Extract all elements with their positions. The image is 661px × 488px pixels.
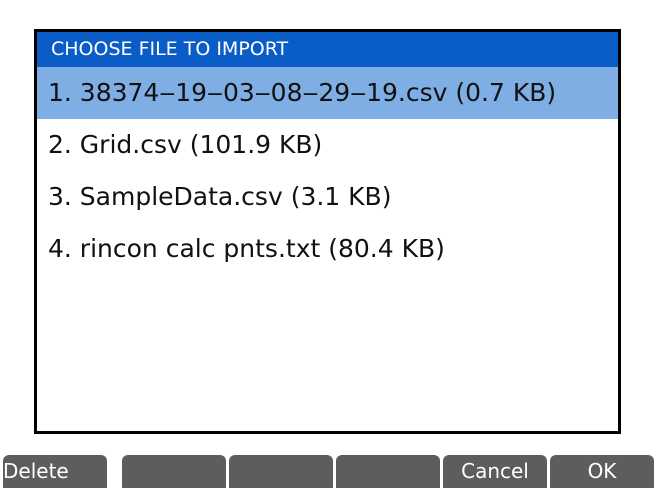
file-item[interactable]: 4. rincon calc pnts.txt (80.4 KB): [37, 223, 618, 275]
file-list: 1. 38374‒19‒03‒08‒29‒19.csv (0.7 KB) 2. …: [37, 67, 618, 275]
file-item[interactable]: 1. 38374‒19‒03‒08‒29‒19.csv (0.7 KB): [37, 67, 618, 119]
blank-softkey-3[interactable]: [229, 455, 333, 488]
ok-softkey[interactable]: OK: [550, 455, 654, 488]
blank-softkey-4[interactable]: [336, 455, 440, 488]
delete-softkey[interactable]: Delete: [3, 455, 107, 488]
import-file-dialog: CHOOSE FILE TO IMPORT 1. 38374‒19‒03‒08‒…: [34, 29, 621, 434]
file-item[interactable]: 3. SampleData.csv (3.1 KB): [37, 171, 618, 223]
cancel-softkey[interactable]: Cancel: [443, 455, 547, 488]
file-item[interactable]: 2. Grid.csv (101.9 KB): [37, 119, 618, 171]
blank-softkey-2[interactable]: [122, 455, 226, 488]
softkey-bar: Delete Cancel OK: [0, 455, 661, 488]
calculator-screen: CHOOSE FILE TO IMPORT 1. 38374‒19‒03‒08‒…: [0, 0, 661, 488]
dialog-title: CHOOSE FILE TO IMPORT: [37, 32, 618, 67]
